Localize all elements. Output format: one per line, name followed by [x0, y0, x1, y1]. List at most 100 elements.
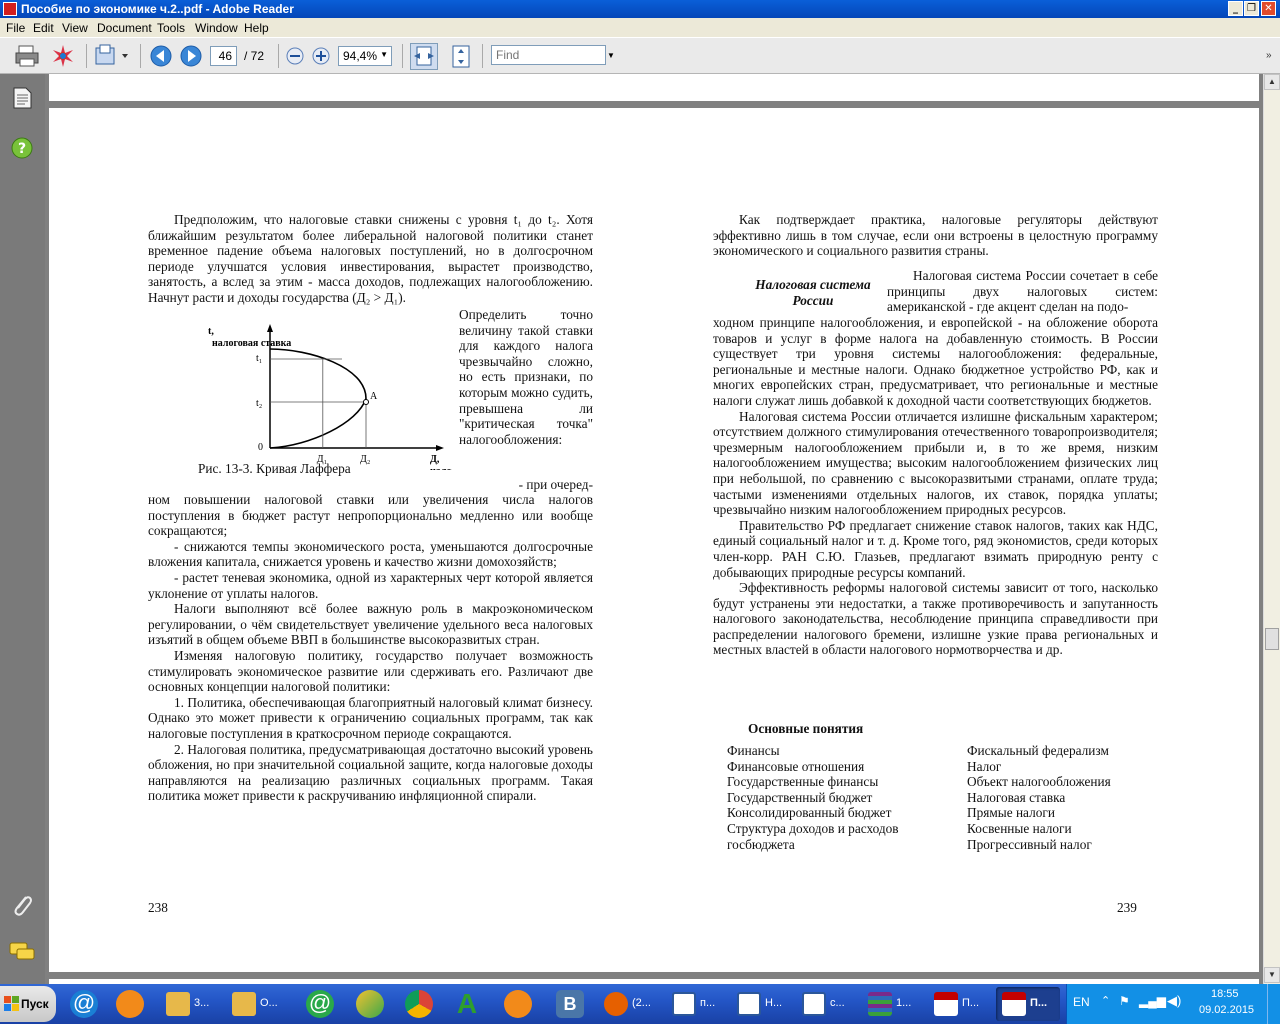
concept-item: Налог	[967, 758, 1002, 774]
menu-window[interactable]: Window	[195, 21, 238, 35]
a-app-icon[interactable]: A	[452, 990, 482, 1018]
tray-expand-icon[interactable]: ⌃	[1101, 994, 1110, 1007]
menu-edit[interactable]: Edit	[33, 21, 54, 35]
attachments-paperclip-icon[interactable]	[10, 892, 34, 918]
window-title: Пособие по экономике ч.2..pdf - Adobe Re…	[21, 2, 294, 16]
task-label: П...	[962, 997, 980, 1009]
taskbar-task[interactable]: 1...	[862, 987, 924, 1021]
minimize-button[interactable]: _	[1228, 1, 1243, 16]
taskbar-task[interactable]: с...	[796, 987, 858, 1021]
laffer-curve-line	[269, 348, 367, 449]
paragraph: Налоговая система России отличается изли…	[713, 408, 1158, 518]
clock-time[interactable]: 18:55	[1211, 988, 1239, 1000]
taskbar-task-active[interactable]: П...	[996, 987, 1060, 1021]
network-icon[interactable]: ▂▄▆	[1139, 994, 1166, 1008]
taskbar-task[interactable]: Н...	[731, 987, 793, 1021]
folder-icon	[166, 992, 190, 1016]
left-page-intro: Предположим, что налоговые ставки снижен…	[148, 212, 593, 306]
menu-document[interactable]: Document	[97, 21, 152, 35]
menu-view[interactable]: View	[62, 21, 88, 35]
taskbar-task[interactable]: (2...	[598, 987, 662, 1021]
concept-item: Объект налогообложения	[967, 774, 1111, 790]
previous-page-icon[interactable]	[150, 45, 172, 67]
fit-width-button[interactable]	[410, 43, 438, 70]
print-icon[interactable]	[14, 44, 40, 68]
start-button[interactable]: Пуск	[0, 986, 56, 1022]
scroll-down-arrow-icon[interactable]: ▼	[1264, 967, 1280, 983]
volume-icon[interactable]: ◀)	[1167, 993, 1181, 1009]
left-page-side-text: Определить точно величину такой ставки д…	[459, 307, 593, 447]
select-tool-icon[interactable]	[94, 44, 132, 68]
page-number-input[interactable]: 46	[210, 46, 237, 66]
taskbar-task[interactable]: п...	[666, 987, 728, 1021]
menu-file[interactable]: File	[6, 21, 25, 35]
find-options-chevron-icon[interactable]: ▼	[607, 51, 615, 60]
pages-panel-icon[interactable]	[11, 86, 33, 110]
toolbar-separator	[140, 44, 141, 68]
concept-item: Финансы	[727, 743, 780, 758]
chrome-icon[interactable]	[405, 990, 433, 1018]
laffer-curve-chart: At₁t₂0Д₁Д₂t,налоговая ставкаД,налоговые …	[208, 324, 452, 470]
language-indicator[interactable]: EN	[1073, 995, 1090, 1009]
y-axis-label-line2: налоговая ставка	[212, 338, 291, 349]
odnoklassniki-icon[interactable]	[116, 990, 144, 1018]
menu-tools[interactable]: Tools	[157, 21, 185, 35]
word-doc-icon	[737, 992, 761, 1016]
toolbar: 46 / 72 94,4% ▼ ▼ »	[0, 37, 1280, 74]
side-heading: Налоговая система России	[755, 277, 871, 308]
odnoklassniki-icon[interactable]	[504, 990, 532, 1018]
fit-width-icon	[414, 46, 434, 66]
paragraph: Эффективность реформы налоговой системы …	[713, 580, 1158, 658]
concept-item: Прямые налоги	[967, 805, 1055, 821]
taskbar-task[interactable]: П...	[928, 987, 992, 1021]
point-a-label: A	[370, 391, 378, 402]
x-axis-label-line1: Д,	[430, 454, 440, 465]
concept-item: Прогрессивный налог	[967, 836, 1092, 852]
next-page-icon[interactable]	[180, 45, 202, 67]
y-axis-arrow	[267, 324, 273, 332]
task-label: с...	[830, 997, 845, 1009]
paragraph: Налоги выполняют всё более важную роль в…	[148, 601, 593, 648]
comments-icon[interactable]	[9, 941, 35, 963]
vk-icon[interactable]: B	[556, 990, 584, 1018]
y-tick-t2: t₂	[256, 398, 262, 409]
menu-bar: File Edit View Document Tools Window Hel…	[0, 18, 1280, 37]
clock-date[interactable]: 09.02.2015	[1199, 1004, 1254, 1016]
start-label: Пуск	[21, 997, 49, 1011]
toolbar-separator	[402, 44, 403, 68]
paragraph: Правительство РФ предлагает снижение ста…	[713, 517, 1158, 580]
document-viewport[interactable]: Предположим, что налоговые ставки снижен…	[45, 74, 1263, 984]
point-a-marker	[363, 399, 369, 405]
agent-at-icon[interactable]: @	[306, 990, 334, 1018]
restore-button[interactable]: ❐	[1244, 1, 1259, 16]
navigation-pane: ?	[0, 74, 45, 984]
close-button[interactable]: ✕	[1261, 1, 1276, 16]
zoom-level-select[interactable]: 94,4% ▼	[338, 46, 392, 66]
task-label: (2...	[632, 997, 651, 1009]
pdf-page-spread: Предположим, что налоговые ставки снижен…	[49, 108, 1259, 972]
word-doc-icon	[672, 992, 696, 1016]
taskbar-task[interactable]: 3...	[160, 987, 222, 1021]
find-input[interactable]	[491, 45, 606, 65]
vertical-scrollbar[interactable]: ▲ ▼	[1263, 74, 1280, 984]
zoom-in-icon[interactable]	[311, 46, 331, 66]
taskbar-task[interactable]: О...	[226, 987, 294, 1021]
toolbar-separator	[86, 44, 87, 68]
scroll-thumb[interactable]	[1265, 628, 1279, 650]
pdf-icon	[1002, 992, 1026, 1016]
fit-page-icon[interactable]	[448, 44, 474, 70]
y-tick-t1: t₁	[256, 353, 262, 364]
toolbar-overflow-icon[interactable]: »	[1266, 50, 1272, 61]
taskbar: Пуск @ 3... О... @ A B (2... п... Н... с…	[0, 984, 1280, 1024]
paragraph: Определить точно величину такой ставки д…	[459, 307, 593, 447]
menu-help[interactable]: Help	[244, 21, 269, 35]
paragraph: Изменяя налоговую политику, государство …	[148, 647, 593, 695]
help-icon[interactable]: ?	[11, 137, 33, 159]
scroll-up-arrow-icon[interactable]: ▲	[1264, 74, 1280, 90]
collaborate-icon[interactable]	[50, 44, 76, 68]
show-desktop-button[interactable]	[1267, 984, 1280, 1024]
flag-icon[interactable]: ⚑	[1119, 994, 1130, 1008]
zoom-out-icon[interactable]	[285, 46, 305, 66]
mail-at-icon[interactable]: @	[70, 990, 98, 1018]
greenball-app-icon[interactable]	[356, 990, 384, 1018]
